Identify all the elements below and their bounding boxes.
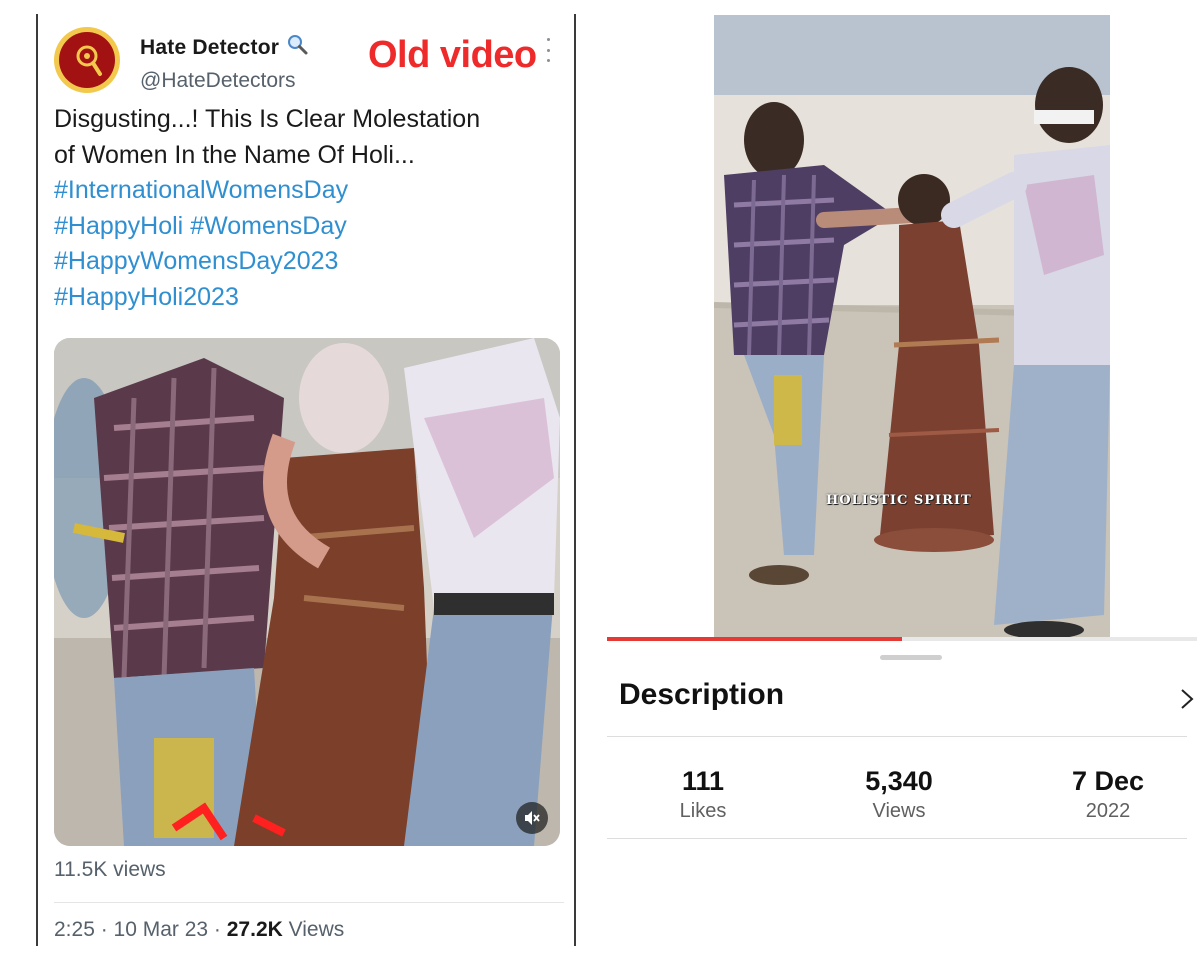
hashtag-link[interactable]: #HappyHoli2023 bbox=[54, 283, 239, 311]
stat-value: 5,340 bbox=[865, 766, 933, 796]
logo-emblem-icon bbox=[59, 32, 115, 88]
stat-likes: 111 Likes bbox=[623, 764, 783, 823]
tweet-video[interactable] bbox=[54, 338, 560, 846]
stat-label: Likes bbox=[679, 800, 727, 822]
hashtag-link[interactable]: #HappyHoli bbox=[54, 212, 183, 240]
tweet-card: Hate Detector @HateDetectors Old video D… bbox=[36, 14, 576, 946]
video-progress-bar[interactable] bbox=[607, 637, 1197, 641]
tweet-text: Disgusting...! This Is Clear Molestation… bbox=[54, 102, 564, 315]
chevron-right-icon[interactable] bbox=[1176, 684, 1200, 714]
tweet-text-line: of Women In the Name Of Holi... bbox=[54, 140, 415, 169]
description-title[interactable]: Description bbox=[619, 678, 784, 712]
divider bbox=[607, 838, 1187, 839]
timestamp-text: 2:25 · 10 Mar 23 · bbox=[54, 918, 227, 941]
stat-value: 111 bbox=[681, 766, 725, 796]
video-player[interactable]: HOLISTIC SPIRIT bbox=[714, 15, 1110, 639]
tweet-views-count: 27.2K bbox=[226, 918, 283, 941]
video-progress-fill bbox=[607, 637, 902, 641]
divider bbox=[607, 736, 1187, 737]
user-handle[interactable]: @HateDetectors bbox=[140, 69, 296, 93]
display-name[interactable]: Hate Detector bbox=[140, 36, 279, 60]
more-options-icon[interactable] bbox=[544, 38, 552, 62]
old-video-label: Old video bbox=[368, 34, 537, 76]
video-watermark: HOLISTIC SPIRIT bbox=[826, 493, 972, 508]
tweet-text-line: Disgusting...! This Is Clear Molestation bbox=[54, 105, 481, 133]
display-name-row: Hate Detector bbox=[140, 33, 309, 62]
stat-label: 2022 bbox=[1085, 800, 1131, 822]
stat-views: 5,340 Views bbox=[819, 764, 979, 823]
hashtag-link[interactable]: #InternationalWomensDay bbox=[54, 176, 348, 204]
screenshot-canvas: Hate Detector @HateDetectors Old video D… bbox=[0, 0, 1200, 960]
avatar[interactable] bbox=[54, 27, 120, 93]
hashtag-link[interactable]: #WomensDay bbox=[190, 212, 347, 240]
tweet-views-label: Views bbox=[282, 918, 345, 941]
drag-handle[interactable] bbox=[880, 655, 942, 660]
stat-value: 7 Dec bbox=[1071, 766, 1145, 796]
video-frame-image bbox=[54, 338, 560, 846]
stat-date: 7 Dec 2022 bbox=[1028, 764, 1188, 823]
hashtag-link[interactable]: #HappyWomensDay2023 bbox=[54, 247, 338, 275]
divider bbox=[54, 902, 564, 903]
magnifier-icon bbox=[285, 33, 309, 62]
stat-label: Views bbox=[872, 800, 926, 822]
mute-icon[interactable] bbox=[516, 802, 548, 834]
video-view-count: 11.5K views bbox=[54, 858, 166, 881]
video-frame-image bbox=[714, 15, 1110, 639]
tweet-timestamp[interactable]: 2:25 · 10 Mar 23 · 27.2K Views bbox=[54, 918, 344, 942]
